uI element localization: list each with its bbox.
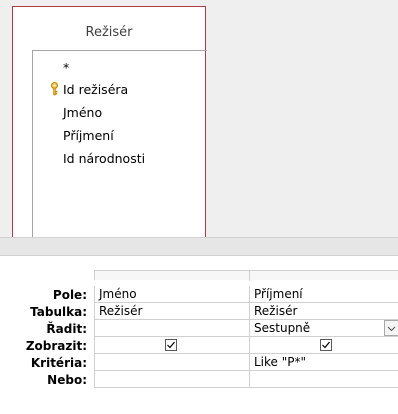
row-label-radit: Řadit: xyxy=(46,322,87,336)
query-design-surface: Režisér * Id režiséra Jméno Příjmení Id … xyxy=(0,0,398,238)
row-label-kriteria: Kritéria: xyxy=(30,356,87,370)
show-checkbox-col1[interactable] xyxy=(165,339,177,351)
sort-value: Sestupně xyxy=(254,321,311,335)
cell-tabulka-col1[interactable]: Režisér xyxy=(94,303,249,320)
field-list: * Id režiséra Jméno Příjmení Id národnos… xyxy=(32,50,207,238)
cell-radit-col1[interactable] xyxy=(94,320,249,337)
cell-kriteria-col1[interactable] xyxy=(94,354,249,371)
grid-row-labels: Pole: Tabulka: Řadit: Zobrazit: Kritéria… xyxy=(0,270,87,414)
field-id-rezisera[interactable]: Id režiséra xyxy=(63,82,128,97)
column-separator xyxy=(249,271,250,281)
field-all-asterisk[interactable]: * xyxy=(63,60,69,75)
pane-splitter[interactable] xyxy=(0,237,398,256)
cell-kriteria-col2[interactable]: Like "P*" xyxy=(249,354,398,371)
sort-dropdown-button[interactable] xyxy=(384,320,398,336)
row-label-tabulka: Tabulka: xyxy=(30,305,87,319)
row-label-nebo: Nebo: xyxy=(47,373,87,387)
key-icon xyxy=(49,82,60,96)
cell-zobrazit-col2 xyxy=(249,337,398,354)
table-title: Režisér xyxy=(85,25,133,40)
chevron-down-icon xyxy=(387,326,396,332)
query-design-grid: Pole: Tabulka: Řadit: Zobrazit: Kritéria… xyxy=(0,270,398,414)
cell-nebo-col2[interactable] xyxy=(249,371,398,388)
splitter-gap xyxy=(0,256,398,270)
show-checkbox-col2[interactable] xyxy=(320,339,332,351)
cell-tabulka-col2[interactable]: Režisér xyxy=(249,303,398,320)
cell-nebo-col1[interactable] xyxy=(94,371,249,388)
row-label-pole: Pole: xyxy=(52,288,87,302)
cell-zobrazit-col1 xyxy=(94,337,249,354)
column-selector-bar[interactable] xyxy=(94,270,398,281)
table-field-list-rezisér[interactable]: Režisér * Id režiséra Jméno Příjmení Id … xyxy=(12,6,207,238)
cell-pole-col2[interactable]: Příjmení xyxy=(249,286,398,303)
field-prijmeni[interactable]: Příjmení xyxy=(63,128,114,143)
cell-radit-col2[interactable]: Sestupně xyxy=(249,320,398,337)
field-id-narodnosti[interactable]: Id národnosti xyxy=(63,151,145,166)
field-jmeno[interactable]: Jméno xyxy=(63,105,102,120)
row-label-zobrazit: Zobrazit: xyxy=(25,339,87,353)
cell-pole-col1[interactable]: Jméno xyxy=(94,286,249,303)
